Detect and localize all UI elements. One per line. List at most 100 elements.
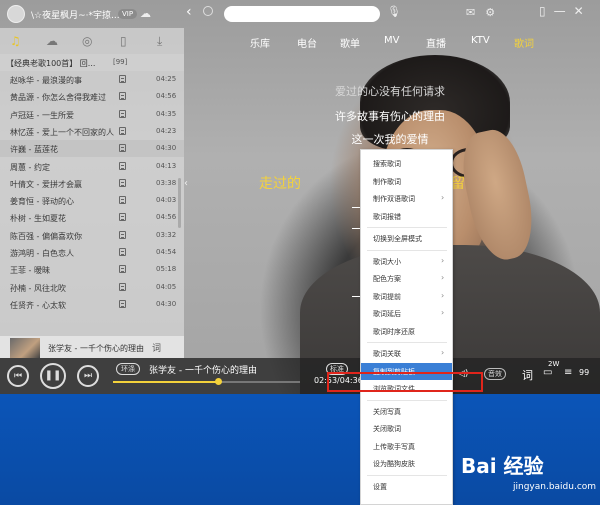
mv-icon[interactable] xyxy=(119,144,126,153)
submenu-arrow-icon: › xyxy=(441,348,445,357)
back-arrow-icon[interactable]: ‹ xyxy=(186,4,192,20)
playback-bar: ⏮ ❚❚ ⏭ 环涤 张学友 - 一千个伤心的理由 标准 02:53/04:36 … xyxy=(0,358,600,394)
menu-item[interactable]: 制作歌词 xyxy=(361,173,452,190)
menu-item[interactable]: 切换到全屏模式 xyxy=(361,230,452,247)
track-row[interactable]: 游鸿明 - 白色恋人 04:54 xyxy=(0,244,184,261)
track-duration: 04:56 xyxy=(156,92,177,101)
music-note-icon[interactable]: ♫ xyxy=(10,34,21,48)
track-row[interactable]: 王菲 - 暧昧 05:18 xyxy=(0,261,184,278)
playlist-count: [99] xyxy=(113,58,128,66)
menu-item[interactable]: 关闭歌词 xyxy=(361,420,452,437)
menu-item[interactable]: 歌词报错 xyxy=(361,208,452,225)
mv-icon[interactable] xyxy=(119,299,126,308)
tab-5[interactable]: KTV xyxy=(471,35,490,46)
menu-item[interactable]: 设置 xyxy=(361,478,452,495)
menu-item[interactable]: 歌词提前 › xyxy=(361,288,452,305)
track-row[interactable]: 赵咏华 - 最浪漫的事 04:25 xyxy=(0,71,184,88)
track-duration: 04:13 xyxy=(156,161,177,170)
mv-icon[interactable] xyxy=(119,75,126,83)
sidebar-scrollbar[interactable] xyxy=(178,178,181,228)
microphone-icon[interactable]: 🎙 xyxy=(387,5,401,18)
comment-icon[interactable]: ▭ xyxy=(543,367,552,378)
collapse-sidebar-arrow-icon[interactable]: ‹ xyxy=(184,178,192,198)
desktop-lyric-button[interactable]: 词 xyxy=(522,367,533,383)
track-name: 姜育恒 - 驿动的心 xyxy=(10,197,74,207)
tab-6[interactable]: 歌词 xyxy=(514,35,534,50)
refresh-icon[interactable] xyxy=(203,6,213,16)
download-icon[interactable]: ⤓ xyxy=(157,34,162,49)
playlist-header[interactable]: 【经典老歌100首】 回... [99] xyxy=(0,54,184,71)
lyric-toggle-button[interactable]: 词 xyxy=(152,341,161,354)
playlist-icon[interactable]: ≡ xyxy=(564,367,572,378)
track-duration: 04:30 xyxy=(156,144,177,153)
mv-icon[interactable] xyxy=(119,282,126,291)
cloud-icon[interactable]: ☁ xyxy=(46,34,58,48)
mv-icon[interactable] xyxy=(119,92,126,101)
menu-separator xyxy=(367,399,447,401)
pause-button[interactable]: ❚❚ xyxy=(40,363,66,389)
toolbar-icons[interactable]: ✉⚙ xyxy=(466,6,505,19)
mv-icon[interactable] xyxy=(119,126,126,135)
mv-icon[interactable] xyxy=(119,230,126,239)
user-name[interactable]: \☆夜星枫月~·*宇掠... xyxy=(31,8,120,21)
progress-thumb[interactable] xyxy=(214,378,222,385)
tab-3[interactable]: MV xyxy=(384,35,399,46)
previous-track-button[interactable]: ⏮ xyxy=(7,365,29,387)
mv-icon[interactable] xyxy=(119,248,126,256)
track-row[interactable]: 孙楠 - 风往北吹 04:05 xyxy=(0,279,184,296)
loop-mode-button[interactable]: 环涤 xyxy=(116,363,140,375)
track-row[interactable]: 朴树 - 生如夏花 04:56 xyxy=(0,209,184,226)
menu-item[interactable]: 制作双语歌词 › xyxy=(361,190,452,207)
user-avatar[interactable] xyxy=(7,5,25,23)
track-row[interactable]: 任贤齐 - 心太软 04:30 xyxy=(0,296,184,313)
window-controls[interactable]: ▯—✕ xyxy=(539,4,592,18)
mv-icon[interactable] xyxy=(119,196,126,205)
sound-effect-button[interactable]: 音效 xyxy=(484,368,506,380)
menu-item[interactable]: 设为酷狗皮肤 xyxy=(361,455,452,472)
mv-icon[interactable] xyxy=(119,178,126,187)
track-row[interactable]: 姜育恒 - 驿动的心 04:03 xyxy=(0,192,184,209)
tab-1[interactable]: 电台 xyxy=(297,35,317,50)
sidebar: ♫ ☁ ◎ ▯ ⤓ 【经典老歌100首】 回... [99] 赵咏华 - 最浪漫… xyxy=(0,28,184,358)
menu-item-label: 关闭歌词 xyxy=(373,425,401,433)
track-name: 游鸿明 - 白色恋人 xyxy=(10,249,74,258)
tab-4[interactable]: 直播 xyxy=(426,35,446,50)
mv-icon[interactable] xyxy=(119,213,126,222)
menu-item[interactable]: 配色方案 › xyxy=(361,270,452,287)
progress-bar[interactable] xyxy=(113,378,300,385)
phone-icon[interactable]: ▯ xyxy=(120,34,127,48)
menu-item[interactable]: 搜索歌词 xyxy=(361,155,452,172)
submenu-arrow-icon: › xyxy=(441,308,445,317)
submenu-arrow-icon: › xyxy=(441,290,445,300)
track-row[interactable]: 黄品源 - 你怎么舍得我难过 04:56 xyxy=(0,88,184,105)
menu-item-label: 歌词报错 xyxy=(373,212,401,221)
menu-item[interactable]: 歌词时序还原 xyxy=(361,323,452,340)
menu-item[interactable]: 歌词延后 › xyxy=(361,305,452,322)
menu-item[interactable]: 关闭写真 xyxy=(361,403,452,420)
mv-icon[interactable] xyxy=(119,161,126,170)
track-duration: 04:56 xyxy=(156,213,177,222)
track-row[interactable]: 林忆莲 - 爱上一个不回家的人 04:23 xyxy=(0,123,184,140)
vip-badge[interactable]: VIP xyxy=(118,9,138,19)
track-row[interactable]: 许巍 - 蓝莲花 04:30 xyxy=(0,140,184,158)
search-input[interactable] xyxy=(224,6,380,22)
track-row[interactable]: 卢冠廷 - 一生所爱 04:35 xyxy=(0,106,184,123)
mv-icon[interactable] xyxy=(119,109,126,118)
track-row[interactable]: 叶倩文 - 爱拼才会赢 03:38 xyxy=(0,175,184,192)
menu-item[interactable]: 歌词大小 › xyxy=(361,253,452,270)
menu-item[interactable]: 上传歌手写真 xyxy=(361,438,452,455)
track-duration: 04:54 xyxy=(156,248,177,256)
next-track-button[interactable]: ⏭ xyxy=(77,365,99,387)
watermark-site: jingyan.baidu.com xyxy=(513,482,597,492)
radio-icon[interactable]: ◎ xyxy=(82,34,92,48)
now-playing-strip[interactable]: 张学友 - 一千个伤心的理由 词 xyxy=(0,336,184,358)
track-row[interactable]: 周蕙 - 约定 04:13 xyxy=(0,158,184,175)
menu-item[interactable]: 歌词关联 › xyxy=(361,345,452,362)
mv-icon[interactable] xyxy=(119,265,126,274)
menu-item-label: 配色方案 xyxy=(373,275,401,283)
track-duration: 04:03 xyxy=(156,196,177,205)
tab-2[interactable]: 歌单 xyxy=(340,35,360,50)
cloud-icon[interactable]: ☁ xyxy=(140,7,151,20)
tab-0[interactable]: 乐库 xyxy=(250,35,270,50)
track-row[interactable]: 陈百强 - 偏偏喜欢你 03:32 xyxy=(0,227,184,244)
